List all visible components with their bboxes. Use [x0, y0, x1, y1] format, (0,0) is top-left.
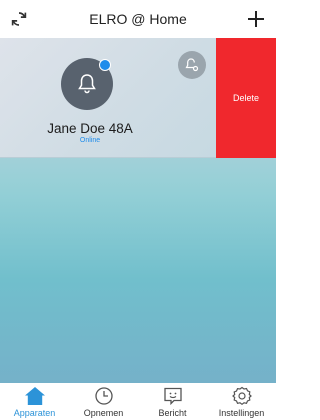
home-icon	[24, 386, 46, 406]
device-name: Jane Doe 48A	[47, 121, 133, 136]
gear-icon	[231, 386, 253, 406]
refresh-icon[interactable]	[5, 5, 33, 33]
tab-apparaten[interactable]: Apparaten	[0, 383, 69, 420]
tab-label: Opnemen	[83, 408, 124, 418]
tab-label: Apparaten	[13, 408, 56, 418]
bottom-tab-bar: Apparaten Opnemen Bericht Instellingen	[0, 383, 276, 420]
tab-label: Instellingen	[218, 408, 265, 418]
top-bar: ELRO @ Home	[0, 0, 276, 38]
device-status: Online	[79, 137, 101, 144]
tab-label: Bericht	[158, 408, 187, 418]
message-icon	[162, 386, 184, 406]
app-title: ELRO @ Home	[89, 11, 187, 27]
device-list: Jane Doe 48A Online Delete	[0, 38, 276, 383]
delete-button[interactable]: Delete	[216, 38, 276, 158]
device-card[interactable]: Jane Doe 48A Online	[0, 38, 216, 158]
plus-icon[interactable]	[242, 5, 270, 33]
tab-bericht[interactable]: Bericht	[138, 383, 207, 420]
bell-settings-icon[interactable]	[178, 51, 206, 79]
status-dot	[99, 59, 111, 71]
tab-instellingen[interactable]: Instellingen	[207, 383, 276, 420]
clock-icon	[93, 386, 115, 406]
tab-opnemen[interactable]: Opnemen	[69, 383, 138, 420]
